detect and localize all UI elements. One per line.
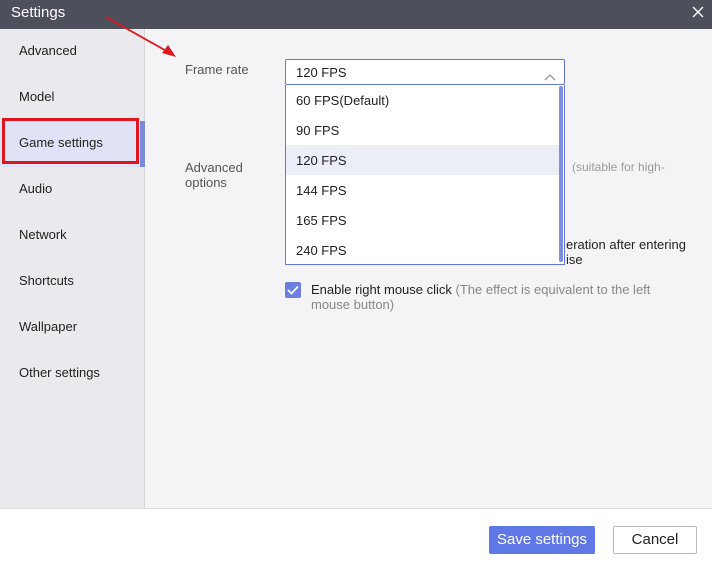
- sidebar: Advanced Model Game settings Audio Netwo…: [0, 29, 145, 508]
- checkmark-icon: [287, 285, 299, 295]
- frame-rate-option-selected[interactable]: 120 FPS: [286, 145, 560, 175]
- annotation-highlight-box: [2, 118, 139, 164]
- advanced-options-label-line1: Advanced: [185, 160, 243, 175]
- chevron-up-icon: [544, 68, 556, 81]
- frame-rate-label: Frame rate: [185, 62, 249, 77]
- option-label: 240 FPS: [296, 243, 347, 258]
- sidebar-item-audio[interactable]: Audio: [0, 167, 145, 213]
- sidebar-item-label: Shortcuts: [19, 273, 74, 288]
- cancel-button[interactable]: Cancel: [613, 526, 697, 554]
- window-title: Settings: [11, 4, 66, 21]
- frame-rate-option[interactable]: 90 FPS: [286, 115, 560, 145]
- close-icon[interactable]: [691, 5, 705, 19]
- frame-rate-option[interactable]: 144 FPS: [286, 175, 560, 205]
- frame-rate-selected-value: 120 FPS: [296, 65, 347, 80]
- right-click-checkbox[interactable]: [285, 282, 301, 298]
- sidebar-item-network[interactable]: Network: [0, 213, 145, 259]
- frame-rate-dropdown: 60 FPS(Default) 90 FPS 120 FPS 144 FPS 1…: [285, 85, 565, 265]
- advanced-option-text-line2: ise: [566, 252, 583, 267]
- right-click-label-group: Enable right mouse click (The effect is …: [311, 282, 691, 312]
- sidebar-item-other-settings[interactable]: Other settings: [0, 351, 145, 397]
- sidebar-item-label: Network: [19, 227, 67, 242]
- save-settings-button[interactable]: Save settings: [489, 526, 595, 554]
- sidebar-item-label: Advanced: [19, 43, 77, 58]
- option-label: 60 FPS(Default): [296, 93, 390, 108]
- frame-rate-option[interactable]: 240 FPS: [286, 235, 560, 265]
- footer-bar: Save settings Cancel: [0, 508, 712, 565]
- advanced-hint-text: (suitable for high-: [572, 160, 665, 174]
- sidebar-item-shortcuts[interactable]: Shortcuts: [0, 259, 145, 305]
- sidebar-item-label: Other settings: [19, 365, 100, 380]
- option-label: 90 FPS: [296, 123, 340, 138]
- sidebar-item-model[interactable]: Model: [0, 75, 145, 121]
- frame-rate-select[interactable]: 120 FPS: [285, 59, 565, 85]
- dropdown-scrollbar[interactable]: [559, 86, 563, 262]
- frame-rate-option[interactable]: 165 FPS: [286, 205, 560, 235]
- option-label: 165 FPS: [296, 213, 347, 228]
- advanced-options-label-line2: options: [185, 175, 227, 190]
- sidebar-item-wallpaper[interactable]: Wallpaper: [0, 305, 145, 351]
- sidebar-item-label: Audio: [19, 181, 53, 196]
- option-label: 144 FPS: [296, 183, 347, 198]
- advanced-option-text-line1: eration after entering: [566, 237, 686, 252]
- sidebar-item-label: Wallpaper: [19, 319, 78, 334]
- sidebar-item-label: Model: [19, 89, 55, 104]
- annotation-arrow-icon: [105, 16, 176, 57]
- right-click-label: Enable right mouse click: [311, 282, 452, 297]
- option-label: 120 FPS: [296, 153, 347, 168]
- frame-rate-option[interactable]: 60 FPS(Default): [286, 85, 560, 115]
